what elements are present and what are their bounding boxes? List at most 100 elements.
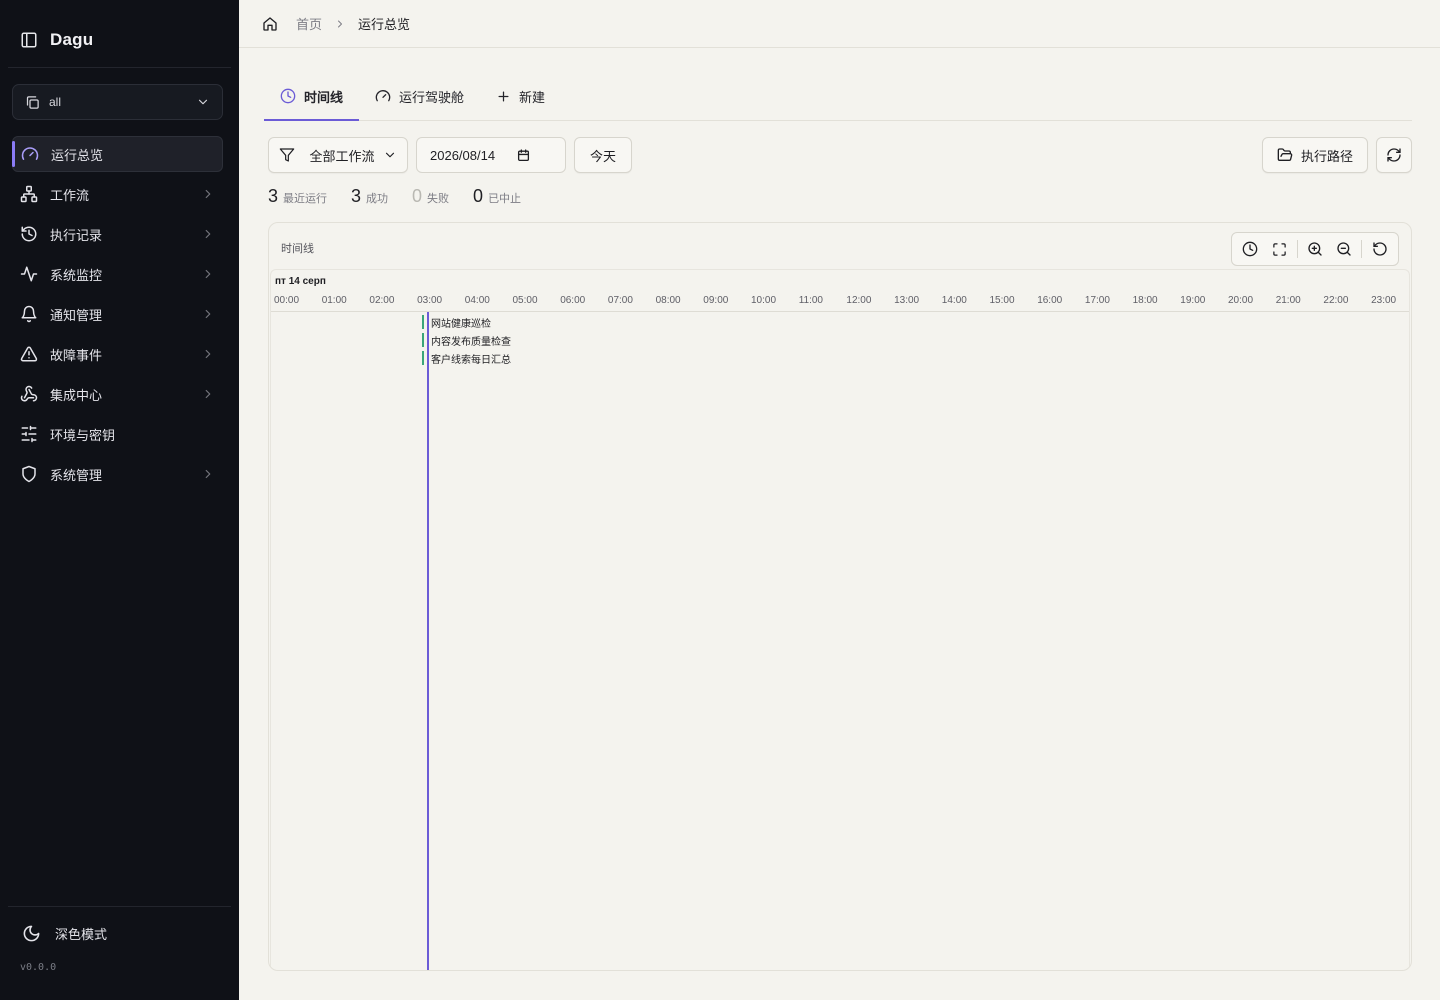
namespace-select[interactable]: all — [12, 84, 223, 120]
maximize-icon — [1272, 242, 1287, 257]
timeline-run-item[interactable]: 客户线索每日汇总 — [421, 351, 511, 366]
jump-to-now-button[interactable] — [1236, 236, 1265, 262]
workflow-filter-select[interactable]: 全部工作流 — [268, 137, 408, 173]
today-label: 今天 — [589, 148, 616, 164]
chevron-right-icon — [201, 347, 215, 361]
tab-timeline[interactable]: 时间线 — [264, 72, 360, 121]
filter-icon — [279, 147, 295, 163]
timeline-tick-label: 04:00 — [464, 295, 490, 306]
stat-label: 已中止 — [488, 193, 522, 205]
run-name: 客户线索每日汇总 — [430, 354, 511, 366]
bell-icon — [20, 305, 38, 323]
stat-value: 0 — [473, 186, 484, 206]
timeline-tick-label: 07:00 — [607, 295, 633, 306]
timeline-tick-label: 23:00 — [1371, 295, 1397, 306]
tab-cockpit[interactable]: 运行驾驶舱 — [359, 72, 480, 120]
timeline-tick-label: 05:00 — [512, 295, 538, 306]
sidebar-item-system-admin[interactable]: 系统管理 — [12, 456, 223, 492]
exec-path-label: 执行路径 — [1300, 148, 1353, 164]
sidebar-item-history[interactable]: 执行记录 — [12, 216, 223, 252]
sidebar-item-incidents[interactable]: 故障事件 — [12, 336, 223, 372]
calendar-icon[interactable] — [517, 148, 530, 162]
stat-failed: 0 失败 — [412, 186, 449, 207]
timeline-controls — [1231, 232, 1399, 266]
control-divider — [1296, 240, 1298, 258]
chevron-down-icon — [383, 148, 397, 162]
sidebar-item-overview[interactable]: 运行总览 — [12, 136, 223, 172]
zoom-in-button[interactable] — [1301, 236, 1330, 262]
sidebar-nav: 运行总览 工作流 执行记录 系统监控 通知管理 故障事件 集成中心 环境与密钥 … — [12, 136, 223, 496]
dark-mode-label: 深色模式 — [55, 927, 108, 942]
view-tabs: 时间线 运行驾驶舱 新建 — [264, 72, 1412, 121]
timeline-tick-label: 01:00 — [321, 295, 347, 306]
date-input[interactable]: 2026/08/14 — [416, 137, 566, 173]
chevron-right-icon — [201, 267, 215, 281]
chevron-right-icon — [334, 18, 346, 30]
sidebar: Dagu all 运行总览 工作流 执行记录 系统监控 通知管理 故障事件 集成… — [0, 0, 239, 1000]
chevron-right-icon — [201, 387, 215, 401]
breadcrumb: 首页 运行总览 — [239, 0, 1440, 48]
timeline-chart[interactable]: пт 14 серп 00:00 01:00 02:00 03:00 04:00 05:0… — [270, 269, 1410, 970]
reset-view-button[interactable] — [1365, 236, 1394, 262]
timeline-axis: пт 14 серп 00:00 01:00 02:00 03:00 04:00 05:0… — [271, 270, 1409, 312]
chevron-right-icon — [201, 187, 215, 201]
dark-mode-toggle[interactable]: 深色模式 — [22, 924, 107, 943]
tab-label: 运行驾驶舱 — [399, 89, 465, 105]
timeline-tick-label: 11:00 — [798, 295, 823, 306]
chevron-right-icon — [201, 307, 215, 321]
timeline-tick-label: 21:00 — [1275, 295, 1301, 306]
exec-path-button[interactable]: 执行路径 — [1262, 137, 1368, 173]
sidebar-item-monitoring[interactable]: 系统监控 — [12, 256, 223, 292]
timeline-tick-label: 16:00 — [1037, 295, 1063, 306]
sidebar-item-label: 工作流 — [50, 187, 90, 203]
stat-aborted: 0 已中止 — [473, 186, 521, 207]
filter-value: 全部工作流 — [309, 148, 375, 164]
timeline-date-label: пт 14 серп — [275, 276, 326, 287]
fit-view-button[interactable] — [1265, 236, 1294, 262]
sidebar-divider — [8, 906, 231, 907]
sidebar-divider — [8, 67, 231, 68]
sidebar-item-env-secrets[interactable]: 环境与密钥 — [12, 416, 223, 452]
timeline-tick-label: 19:00 — [1180, 295, 1206, 306]
zoom-out-icon — [1336, 241, 1352, 257]
timeline-run-item[interactable]: 内容发布质量检查 — [421, 333, 511, 348]
sidebar-item-workflows[interactable]: 工作流 — [12, 176, 223, 212]
home-icon[interactable] — [262, 16, 278, 32]
sidebar-item-integrations[interactable]: 集成中心 — [12, 376, 223, 412]
stat-success: 3 成功 — [351, 186, 388, 207]
timeline-tick-label: 00:00 — [274, 295, 300, 306]
clock-icon — [1242, 241, 1258, 257]
clock-icon — [280, 88, 296, 104]
tab-label: 时间线 — [304, 89, 344, 105]
sidebar-toggle-icon[interactable] — [20, 31, 38, 49]
sidebar-item-label: 运行总览 — [51, 147, 104, 163]
sidebar-item-notifications[interactable]: 通知管理 — [12, 296, 223, 332]
alert-triangle-icon — [20, 345, 38, 363]
timeline-tick-label: 22:00 — [1323, 295, 1349, 306]
folder-open-icon — [1277, 147, 1293, 163]
sidebar-item-label: 系统管理 — [50, 467, 103, 483]
zoom-out-button[interactable] — [1329, 236, 1358, 262]
timeline-tick-label: 08:00 — [655, 295, 681, 306]
stat-value: 3 — [268, 186, 279, 206]
timeline-tick-label: 10:00 — [751, 295, 777, 306]
gauge-icon — [375, 88, 391, 104]
stat-label: 最近运行 — [283, 193, 328, 205]
activity-icon — [20, 265, 38, 283]
breadcrumb-home[interactable]: 首页 — [296, 14, 322, 33]
sliders-icon — [20, 425, 38, 443]
date-value: 2026/08/14 — [430, 147, 496, 163]
sidebar-item-label: 环境与密钥 — [50, 427, 116, 443]
refresh-button[interactable] — [1376, 137, 1412, 173]
today-button[interactable]: 今天 — [574, 137, 632, 173]
timeline-tick-label: 15:00 — [989, 295, 1015, 306]
history-icon — [20, 225, 38, 243]
stat-label: 成功 — [366, 193, 389, 205]
chevron-right-icon — [201, 227, 215, 241]
tab-new[interactable]: 新建 — [480, 72, 561, 120]
timeline-tick-label: 17:00 — [1084, 295, 1110, 306]
run-name: 网站健康巡检 — [430, 318, 491, 330]
timeline-run-item[interactable]: 网站健康巡检 — [421, 315, 491, 330]
webhook-icon — [20, 385, 38, 403]
zoom-in-icon — [1307, 241, 1323, 257]
